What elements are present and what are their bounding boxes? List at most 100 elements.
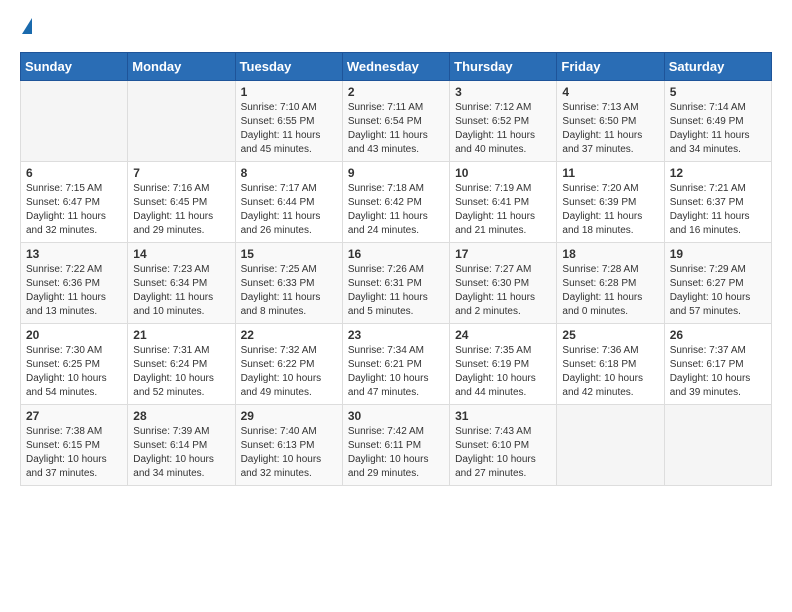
calendar-cell: 8 Sunrise: 7:17 AM Sunset: 6:44 PM Daylig… bbox=[235, 162, 342, 243]
calendar-cell bbox=[664, 405, 771, 486]
day-info: Sunrise: 7:36 AM Sunset: 6:18 PM Dayligh… bbox=[562, 344, 658, 400]
calendar-cell bbox=[128, 81, 235, 162]
day-header-tuesday: Tuesday bbox=[235, 53, 342, 81]
day-info: Sunrise: 7:19 AM Sunset: 6:41 PM Dayligh… bbox=[455, 182, 551, 238]
calendar-cell: 20 Sunrise: 7:30 AM Sunset: 6:25 PM Dayli… bbox=[21, 324, 128, 405]
calendar-cell: 17 Sunrise: 7:27 AM Sunset: 6:30 PM Dayli… bbox=[450, 243, 557, 324]
calendar-cell: 25 Sunrise: 7:36 AM Sunset: 6:18 PM Dayli… bbox=[557, 324, 664, 405]
day-info: Sunrise: 7:12 AM Sunset: 6:52 PM Dayligh… bbox=[455, 101, 551, 157]
calendar-cell: 28 Sunrise: 7:39 AM Sunset: 6:14 PM Dayli… bbox=[128, 405, 235, 486]
day-number: 5 bbox=[670, 85, 766, 99]
calendar-week-3: 13 Sunrise: 7:22 AM Sunset: 6:36 PM Dayli… bbox=[21, 243, 772, 324]
header bbox=[20, 20, 772, 36]
calendar-cell: 26 Sunrise: 7:37 AM Sunset: 6:17 PM Dayli… bbox=[664, 324, 771, 405]
day-info: Sunrise: 7:16 AM Sunset: 6:45 PM Dayligh… bbox=[133, 182, 229, 238]
day-number: 10 bbox=[455, 166, 551, 180]
day-number: 18 bbox=[562, 247, 658, 261]
calendar-table: SundayMondayTuesdayWednesdayThursdayFrid… bbox=[20, 52, 772, 486]
day-number: 28 bbox=[133, 409, 229, 423]
day-header-saturday: Saturday bbox=[664, 53, 771, 81]
calendar-cell: 4Sunrise: 7:13 AM Sunset: 6:50 PM Daylig… bbox=[557, 81, 664, 162]
calendar-cell: 10 Sunrise: 7:19 AM Sunset: 6:41 PM Dayli… bbox=[450, 162, 557, 243]
day-info: Sunrise: 7:29 AM Sunset: 6:27 PM Dayligh… bbox=[670, 263, 766, 319]
logo-triangle-icon bbox=[22, 18, 32, 34]
calendar-cell: 27 Sunrise: 7:38 AM Sunset: 6:15 PM Dayli… bbox=[21, 405, 128, 486]
day-number: 11 bbox=[562, 166, 658, 180]
calendar-cell: 16 Sunrise: 7:26 AM Sunset: 6:31 PM Dayli… bbox=[342, 243, 449, 324]
day-info: Sunrise: 7:30 AM Sunset: 6:25 PM Dayligh… bbox=[26, 344, 122, 400]
day-info: Sunrise: 7:21 AM Sunset: 6:37 PM Dayligh… bbox=[670, 182, 766, 238]
day-number: 27 bbox=[26, 409, 122, 423]
day-number: 16 bbox=[348, 247, 444, 261]
day-number: 26 bbox=[670, 328, 766, 342]
day-info: Sunrise: 7:27 AM Sunset: 6:30 PM Dayligh… bbox=[455, 263, 551, 319]
day-number: 14 bbox=[133, 247, 229, 261]
calendar-cell: 19 Sunrise: 7:29 AM Sunset: 6:27 PM Dayli… bbox=[664, 243, 771, 324]
day-number: 15 bbox=[241, 247, 337, 261]
day-info: Sunrise: 7:34 AM Sunset: 6:21 PM Dayligh… bbox=[348, 344, 444, 400]
calendar-cell: 30 Sunrise: 7:42 AM Sunset: 6:11 PM Dayli… bbox=[342, 405, 449, 486]
calendar-week-5: 27 Sunrise: 7:38 AM Sunset: 6:15 PM Dayli… bbox=[21, 405, 772, 486]
day-number: 13 bbox=[26, 247, 122, 261]
calendar-cell: 1Sunrise: 7:10 AM Sunset: 6:55 PM Daylig… bbox=[235, 81, 342, 162]
calendar-cell bbox=[557, 405, 664, 486]
calendar-cell: 24Sunrise: 7:35 AM Sunset: 6:19 PM Dayli… bbox=[450, 324, 557, 405]
day-number: 19 bbox=[670, 247, 766, 261]
day-info: Sunrise: 7:14 AM Sunset: 6:49 PM Dayligh… bbox=[670, 101, 766, 157]
day-number: 6 bbox=[26, 166, 122, 180]
day-number: 21 bbox=[133, 328, 229, 342]
day-number: 29 bbox=[241, 409, 337, 423]
day-info: Sunrise: 7:18 AM Sunset: 6:42 PM Dayligh… bbox=[348, 182, 444, 238]
calendar-week-1: 1Sunrise: 7:10 AM Sunset: 6:55 PM Daylig… bbox=[21, 81, 772, 162]
calendar-cell: 13 Sunrise: 7:22 AM Sunset: 6:36 PM Dayli… bbox=[21, 243, 128, 324]
day-info: Sunrise: 7:28 AM Sunset: 6:28 PM Dayligh… bbox=[562, 263, 658, 319]
day-info: Sunrise: 7:40 AM Sunset: 6:13 PM Dayligh… bbox=[241, 425, 337, 481]
day-number: 7 bbox=[133, 166, 229, 180]
calendar-cell: 11 Sunrise: 7:20 AM Sunset: 6:39 PM Dayli… bbox=[557, 162, 664, 243]
day-header-sunday: Sunday bbox=[21, 53, 128, 81]
day-number: 17 bbox=[455, 247, 551, 261]
day-header-thursday: Thursday bbox=[450, 53, 557, 81]
day-number: 3 bbox=[455, 85, 551, 99]
day-info: Sunrise: 7:39 AM Sunset: 6:14 PM Dayligh… bbox=[133, 425, 229, 481]
day-info: Sunrise: 7:31 AM Sunset: 6:24 PM Dayligh… bbox=[133, 344, 229, 400]
day-number: 30 bbox=[348, 409, 444, 423]
day-info: Sunrise: 7:20 AM Sunset: 6:39 PM Dayligh… bbox=[562, 182, 658, 238]
calendar-cell: 3 Sunrise: 7:12 AM Sunset: 6:52 PM Daylig… bbox=[450, 81, 557, 162]
day-info: Sunrise: 7:26 AM Sunset: 6:31 PM Dayligh… bbox=[348, 263, 444, 319]
calendar-cell: 22Sunrise: 7:32 AM Sunset: 6:22 PM Dayli… bbox=[235, 324, 342, 405]
calendar-week-2: 6 Sunrise: 7:15 AM Sunset: 6:47 PM Daylig… bbox=[21, 162, 772, 243]
day-number: 25 bbox=[562, 328, 658, 342]
calendar-week-4: 20 Sunrise: 7:30 AM Sunset: 6:25 PM Dayli… bbox=[21, 324, 772, 405]
day-info: Sunrise: 7:15 AM Sunset: 6:47 PM Dayligh… bbox=[26, 182, 122, 238]
day-number: 1 bbox=[241, 85, 337, 99]
calendar-cell: 12 Sunrise: 7:21 AM Sunset: 6:37 PM Dayli… bbox=[664, 162, 771, 243]
day-info: Sunrise: 7:42 AM Sunset: 6:11 PM Dayligh… bbox=[348, 425, 444, 481]
day-info: Sunrise: 7:22 AM Sunset: 6:36 PM Dayligh… bbox=[26, 263, 122, 319]
day-number: 9 bbox=[348, 166, 444, 180]
day-number: 23 bbox=[348, 328, 444, 342]
calendar-cell: 29 Sunrise: 7:40 AM Sunset: 6:13 PM Dayli… bbox=[235, 405, 342, 486]
calendar-cell: 7 Sunrise: 7:16 AM Sunset: 6:45 PM Daylig… bbox=[128, 162, 235, 243]
day-info: Sunrise: 7:17 AM Sunset: 6:44 PM Dayligh… bbox=[241, 182, 337, 238]
calendar-cell: 9 Sunrise: 7:18 AM Sunset: 6:42 PM Daylig… bbox=[342, 162, 449, 243]
calendar-cell bbox=[21, 81, 128, 162]
day-number: 20 bbox=[26, 328, 122, 342]
day-info: Sunrise: 7:13 AM Sunset: 6:50 PM Dayligh… bbox=[562, 101, 658, 157]
day-info: Sunrise: 7:37 AM Sunset: 6:17 PM Dayligh… bbox=[670, 344, 766, 400]
calendar-header-row: SundayMondayTuesdayWednesdayThursdayFrid… bbox=[21, 53, 772, 81]
day-header-wednesday: Wednesday bbox=[342, 53, 449, 81]
calendar-cell: 15 Sunrise: 7:25 AM Sunset: 6:33 PM Dayli… bbox=[235, 243, 342, 324]
day-info: Sunrise: 7:38 AM Sunset: 6:15 PM Dayligh… bbox=[26, 425, 122, 481]
calendar-cell: 14 Sunrise: 7:23 AM Sunset: 6:34 PM Dayli… bbox=[128, 243, 235, 324]
day-number: 2 bbox=[348, 85, 444, 99]
day-number: 8 bbox=[241, 166, 337, 180]
day-info: Sunrise: 7:23 AM Sunset: 6:34 PM Dayligh… bbox=[133, 263, 229, 319]
day-info: Sunrise: 7:25 AM Sunset: 6:33 PM Dayligh… bbox=[241, 263, 337, 319]
day-number: 24 bbox=[455, 328, 551, 342]
calendar-cell: 18 Sunrise: 7:28 AM Sunset: 6:28 PM Dayli… bbox=[557, 243, 664, 324]
day-number: 12 bbox=[670, 166, 766, 180]
calendar-body: 1Sunrise: 7:10 AM Sunset: 6:55 PM Daylig… bbox=[21, 81, 772, 486]
calendar-cell: 2Sunrise: 7:11 AM Sunset: 6:54 PM Daylig… bbox=[342, 81, 449, 162]
day-number: 22 bbox=[241, 328, 337, 342]
